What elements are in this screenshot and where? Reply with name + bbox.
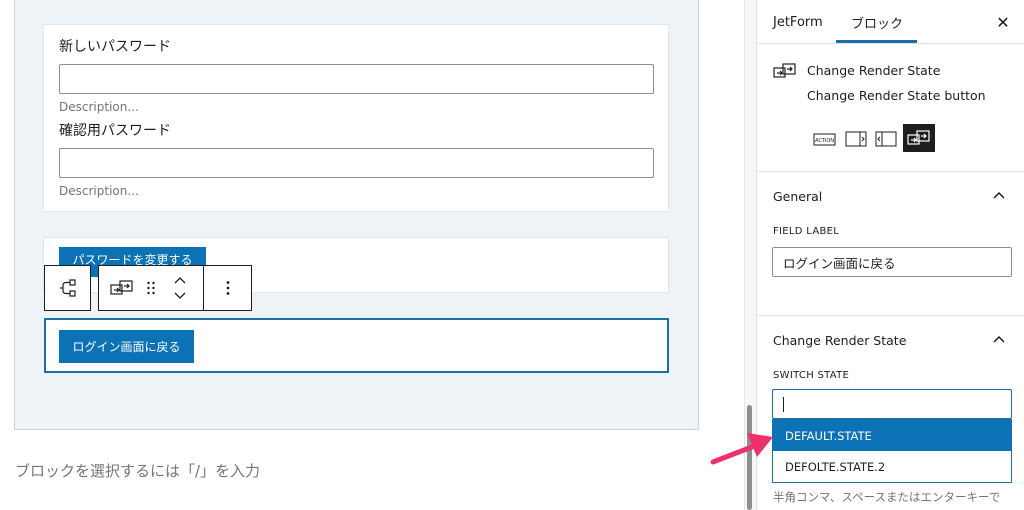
tab-block[interactable]: ブロック (851, 0, 903, 44)
editor-canvas: 新しいパスワード Description... 確認用パスワード Descrip… (0, 0, 744, 510)
field-label-label: FIELD LABEL (773, 226, 840, 237)
render-state-panel-title[interactable]: Change Render State (773, 333, 906, 348)
move-up-down-icon[interactable] (165, 266, 195, 310)
parent-block-icon (45, 266, 90, 310)
change-render-state-icon[interactable] (105, 266, 139, 310)
drag-handle-icon[interactable] (139, 266, 163, 310)
toolbar-separator (203, 266, 204, 310)
block-toolbar (98, 265, 252, 311)
style-option-arrow-right[interactable] (843, 126, 869, 152)
switch-state-label: SWITCH STATE (773, 370, 850, 381)
arrow-left-icon (875, 131, 897, 147)
text-caret (783, 396, 784, 412)
style-option-render-state[interactable] (903, 124, 935, 152)
divider (757, 171, 1024, 172)
action-icon: ACTION (813, 133, 836, 146)
style-option-action[interactable]: ACTION (813, 126, 837, 152)
confirm-password-label: 確認用パスワード (59, 123, 171, 139)
arrow-right-icon (845, 131, 867, 147)
general-panel-title[interactable]: General (773, 189, 822, 204)
confirm-password-input[interactable] (59, 148, 654, 178)
switch-state-input[interactable] (772, 389, 1012, 419)
annotation-arrow-icon (710, 433, 773, 465)
style-option-arrow-left[interactable] (873, 126, 899, 152)
new-password-label: 新しいパスワード (59, 39, 171, 55)
select-parent-button[interactable] (44, 265, 91, 311)
block-title: Change Render State (807, 63, 941, 78)
chevron-up-icon[interactable] (991, 334, 1007, 346)
new-password-description[interactable]: Description... (59, 100, 139, 114)
confirm-password-description[interactable]: Description... (59, 184, 139, 198)
close-icon[interactable]: ✕ (993, 12, 1013, 32)
new-password-input[interactable] (59, 64, 654, 94)
back-to-login-button[interactable]: ログイン画面に戻る (59, 330, 194, 363)
divider (757, 315, 1024, 316)
chevron-up-icon[interactable] (991, 190, 1007, 202)
more-options-icon[interactable] (205, 266, 251, 310)
block-description: Change Render State button (807, 88, 986, 103)
block-appender-placeholder[interactable]: ブロックを選択するには「/」を入力 (15, 460, 260, 481)
change-render-state-icon (773, 62, 796, 79)
divider (757, 43, 1024, 44)
suggestion-default-state[interactable]: DEFAULT.STATE (773, 420, 1011, 451)
svg-text:ACTION: ACTION (815, 138, 834, 144)
switch-state-help: 半角コンマ、スペースまたはエンターキーで (773, 490, 1001, 504)
settings-sidebar: JetForm ブロック ✕ Change Render State Chang… (756, 0, 1024, 510)
field-label-input[interactable]: ログイン画面に戻る (772, 247, 1012, 277)
switch-state-suggestions: DEFAULT.STATE DEFOLTE.STATE.2 (772, 419, 1012, 483)
tab-jetform[interactable]: JetForm (773, 0, 823, 44)
suggestion-defolte-state-2[interactable]: DEFOLTE.STATE.2 (773, 451, 1011, 482)
render-state-icon (907, 130, 930, 145)
